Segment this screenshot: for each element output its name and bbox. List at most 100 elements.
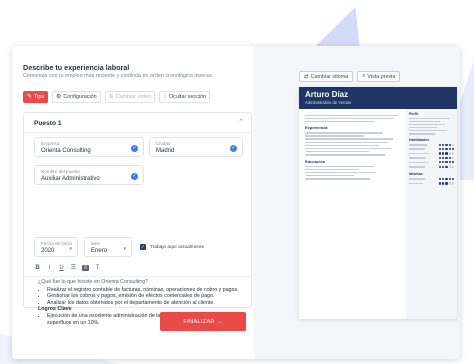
resume-section-profile: Perfil (409, 112, 418, 116)
resume-main-column: Experiencia Educación (305, 113, 403, 181)
text-line (409, 126, 438, 129)
puesto-field[interactable]: Nombre del puesto Auxiliar Administrativ… (34, 165, 144, 185)
skill-rating (439, 148, 454, 151)
check-circle-icon: ✓ (230, 145, 237, 152)
checkbox-checked-icon[interactable]: ✓ (140, 244, 146, 250)
resume-preview-panel: ⇄ Cambiar idioma ⌕ Vista previa Arturo D… (254, 46, 460, 359)
translate-icon: ⇄ (304, 73, 309, 80)
puesto-label: Nombre del puesto (41, 169, 80, 174)
text-line (305, 141, 389, 144)
change-template-label: Cambiar idioma (310, 73, 349, 80)
divider (24, 132, 251, 133)
full-view-label: Vista previa (367, 73, 396, 80)
resume-section-experience: Experiencia (305, 125, 328, 131)
fecha-label: Fecha de inicio (41, 241, 72, 246)
chevron-down-icon: ▾ (69, 246, 72, 252)
text-line (305, 117, 394, 120)
empresa-label: Empresa (41, 141, 60, 146)
empresa-field[interactable]: Empresa Orienta Consulting ✓ (34, 137, 144, 157)
editor-toolbar: B I U ☰ ≡ T (34, 264, 101, 271)
bold-icon[interactable]: B (34, 265, 41, 271)
skill-rating (439, 161, 454, 164)
skill-rating (439, 143, 454, 146)
text-line (305, 171, 376, 174)
config-button[interactable]: ⚙ Configuración (52, 91, 101, 103)
text-line (305, 174, 354, 177)
preview-toolbar: ⇄ Cambiar idioma ⌕ Vista previa (299, 71, 401, 82)
currently-working-label: Trabajo aquí actualmente (150, 244, 205, 250)
config-label: Configuración (63, 94, 97, 100)
text-line (305, 165, 374, 168)
change-template-button[interactable]: ⇄ Cambiar idioma (299, 71, 354, 82)
gear-icon: ⚙ (56, 94, 62, 100)
form-title: Describe tu experiencia laboral (23, 63, 130, 72)
text-line (409, 129, 448, 132)
lightbulb-icon: ✎ (27, 94, 33, 100)
skill-rating (439, 165, 454, 168)
language-rating (439, 182, 454, 185)
text-line (305, 144, 379, 147)
text-line (305, 150, 369, 153)
spellcheck-icon[interactable]: T (94, 265, 101, 271)
skill-rating (439, 152, 454, 155)
editor-question: ¿Qué fue lo que hiciste en Orienta Consu… (38, 279, 149, 285)
job-entry-panel: Puesto 1 ⌃ Empresa Orienta Consulting ✓ … (23, 112, 252, 326)
chevron-down-icon: ▾ (123, 246, 126, 252)
experience-form-panel: Describe tu experiencia laboral Comienza… (12, 46, 254, 359)
list-item: Analizar los datos obtenidos por el depa… (47, 300, 248, 307)
text-line (305, 138, 394, 141)
resume-name: Arturo Díaz (305, 90, 349, 99)
mes-label: Mes (91, 241, 100, 246)
text-line (305, 147, 392, 150)
text-line (409, 120, 440, 123)
resume-section-education: Educación (305, 158, 326, 164)
text-line (409, 123, 445, 126)
responsibilities-list: Realizar el registro contable de factura… (38, 287, 248, 307)
text-line (305, 135, 364, 137)
resume-thumbnail[interactable]: Arturo Díaz Administrativo de Ventas Exp… (299, 87, 457, 319)
fecha-inicio-select[interactable]: Fecha de inicio 2020 ▾ (34, 237, 78, 257)
bullet-list-icon[interactable]: ≡ (82, 264, 89, 271)
text-line (305, 132, 384, 134)
text-line (409, 132, 435, 135)
hide-section-label: Ocultar sección (168, 94, 207, 100)
job-heading: Puesto 1 (34, 120, 62, 127)
change-order-button[interactable]: ⇅ Cambiar orden (104, 91, 156, 103)
list-item: Gestionar los cobros y pagos, emisión de… (47, 293, 248, 300)
ciudad-value: Madrid (156, 148, 175, 154)
eye-off-icon: ◌ (163, 94, 167, 100)
text-line (305, 153, 386, 156)
reorder-icon: ⇅ (108, 94, 114, 100)
check-circle-icon: ✓ (131, 145, 138, 152)
skill-row (409, 165, 454, 169)
language-row (409, 181, 454, 185)
resume-section-languages: Idiomas (409, 171, 423, 176)
chevron-up-icon[interactable]: ⌃ (238, 118, 244, 126)
ciudad-label: Ciudad (156, 141, 171, 146)
tips-button[interactable]: ✎ Tips (23, 91, 49, 103)
text-line (305, 168, 359, 171)
tips-label: Tips (34, 94, 45, 100)
divider (24, 276, 251, 277)
check-circle-icon: ✓ (131, 173, 138, 180)
resume-header: Arturo Díaz Administrativo de Ventas (299, 87, 457, 109)
list-item: Realizar el registro contable de factura… (47, 287, 248, 294)
fecha-value: 2020 (41, 248, 55, 254)
language-rating (439, 178, 454, 181)
list-icon[interactable]: ☰ (70, 264, 77, 271)
zoom-icon: ⌕ (362, 73, 366, 79)
hide-section-button[interactable]: ◌ Ocultar sección (159, 91, 211, 103)
builder-card: Describe tu experiencia laboral Comienza… (12, 46, 460, 359)
mes-value: Enero (91, 248, 108, 254)
mes-select[interactable]: Mes Enero ▾ (84, 237, 132, 257)
finish-button[interactable]: FINALIZAR → (160, 312, 246, 331)
ciudad-field[interactable]: Ciudad Madrid ✓ (149, 137, 243, 157)
skill-rating (439, 156, 454, 160)
underline-icon[interactable]: U (58, 265, 65, 271)
full-view-button[interactable]: ⌕ Vista previa (357, 71, 401, 82)
italic-icon[interactable]: I (46, 265, 53, 271)
text-line (305, 114, 399, 117)
change-order-label: Cambiar orden (115, 94, 152, 100)
text-line (409, 117, 450, 120)
currently-working-checkbox[interactable]: ✓ Trabajo aquí actualmente (140, 244, 204, 250)
